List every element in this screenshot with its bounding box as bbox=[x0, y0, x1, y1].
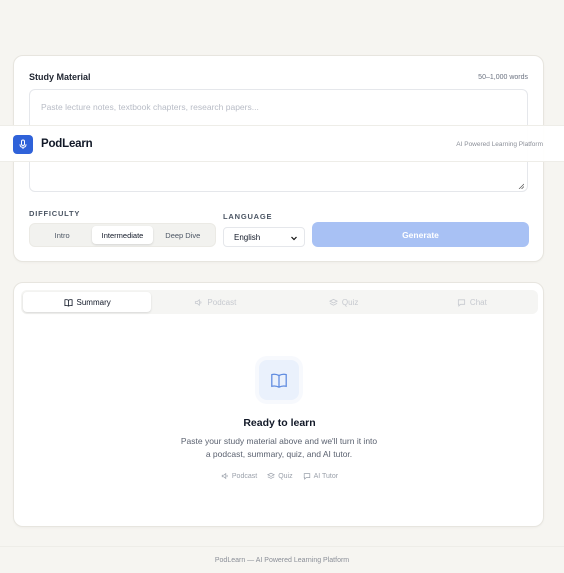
study-material-title: Study Material bbox=[29, 72, 91, 82]
tab-summary-label: Summary bbox=[76, 297, 111, 307]
study-material-placeholder: Paste lecture notes, textbook chapters, … bbox=[41, 102, 259, 112]
tab-podcast-label: Podcast bbox=[207, 297, 237, 307]
page-footer: PodLearn — AI Powered Learning Platform bbox=[0, 546, 564, 573]
tab-quiz[interactable]: Quiz bbox=[280, 292, 408, 312]
empty-state-icon bbox=[259, 360, 299, 400]
output-card: Summary Podcast Quiz Chat Ready to learn… bbox=[13, 282, 544, 527]
microphone-icon bbox=[19, 139, 27, 149]
language-selected-value: English bbox=[234, 232, 261, 242]
book-icon bbox=[63, 298, 73, 307]
empty-state-description: Paste your study material above and we'l… bbox=[180, 436, 378, 459]
app-header: PodLearn AI Powered Learning Platform bbox=[0, 125, 564, 162]
difficulty-label: DIFFICULTY bbox=[29, 209, 81, 218]
tab-podcast[interactable]: Podcast bbox=[151, 292, 279, 312]
empty-state-title: Ready to learn bbox=[243, 417, 316, 429]
tab-chat[interactable]: Chat bbox=[408, 292, 536, 312]
speaker-icon bbox=[195, 298, 202, 306]
difficulty-option-deep-dive[interactable]: Deep Dive bbox=[153, 226, 213, 244]
chat-icon bbox=[303, 473, 310, 480]
feature-list: Podcast Quiz AI Tutor bbox=[14, 472, 545, 480]
feature-podcast-label: Podcast bbox=[231, 472, 258, 480]
speaker-icon bbox=[221, 472, 228, 480]
word-limit-label: 50–1,000 words bbox=[478, 74, 528, 81]
layers-icon bbox=[267, 472, 276, 479]
header-tagline: AI Powered Learning Platform bbox=[456, 141, 543, 148]
book-icon bbox=[271, 373, 287, 388]
tab-quiz-label: Quiz bbox=[341, 297, 359, 307]
footer-text: PodLearn — AI Powered Learning Platform bbox=[214, 556, 350, 564]
generate-button[interactable]: Generate bbox=[312, 222, 529, 247]
feature-ai-tutor-label: AI Tutor bbox=[313, 472, 339, 480]
feature-quiz-label: Quiz bbox=[278, 472, 293, 480]
feature-quiz: Quiz bbox=[267, 472, 293, 480]
language-select[interactable]: English bbox=[223, 227, 305, 247]
tab-summary[interactable]: Summary bbox=[23, 292, 152, 312]
layers-icon bbox=[328, 298, 338, 306]
chevron-down-icon bbox=[291, 236, 297, 241]
language-label: LANGUAGE bbox=[223, 212, 273, 221]
chat-icon bbox=[457, 298, 465, 307]
logo bbox=[13, 135, 33, 154]
difficulty-option-intro[interactable]: Intro bbox=[32, 226, 92, 244]
difficulty-selector: Intro Intermediate Deep Dive bbox=[29, 223, 216, 247]
tab-chat-label: Chat bbox=[469, 297, 487, 307]
feature-ai-tutor: AI Tutor bbox=[303, 472, 339, 480]
output-tabs: Summary Podcast Quiz Chat bbox=[21, 290, 538, 314]
brand-name: PodLearn bbox=[41, 138, 93, 150]
resize-handle-icon[interactable] bbox=[518, 183, 524, 189]
feature-podcast: Podcast bbox=[221, 472, 257, 480]
difficulty-option-intermediate[interactable]: Intermediate bbox=[92, 226, 153, 244]
